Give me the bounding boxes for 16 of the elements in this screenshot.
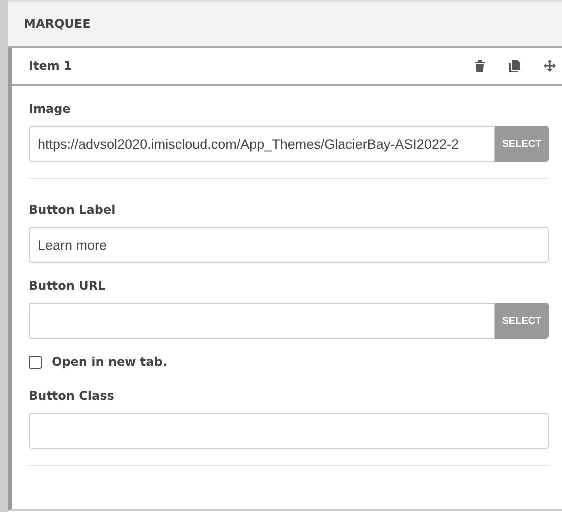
- field-label: Image: [29, 102, 72, 116]
- input-field[interactable]: https://advsol2020.imiscloud.com/App_Themes/GlacierBay-ASI2022-2: [29, 126, 495, 162]
- field-label: Button URL: [29, 279, 107, 293]
- move-icon[interactable]: [544, 60, 556, 72]
- input-field[interactable]: Learn more: [29, 227, 549, 263]
- trash-icon[interactable]: [474, 60, 486, 72]
- copy-icon[interactable]: [509, 60, 521, 72]
- input-field[interactable]: [29, 413, 549, 449]
- item-title: Item 1: [29, 59, 72, 73]
- field-label: Button Class: [29, 389, 116, 403]
- checkbox-label: Open in new tab.: [52, 355, 168, 369]
- panel-title: MARQUEE: [24, 17, 91, 31]
- input-field[interactable]: [29, 303, 495, 339]
- item-header[interactable]: Item 1: [12, 48, 562, 86]
- field-label: Button Label: [29, 203, 117, 217]
- checkbox[interactable]: [29, 356, 42, 368]
